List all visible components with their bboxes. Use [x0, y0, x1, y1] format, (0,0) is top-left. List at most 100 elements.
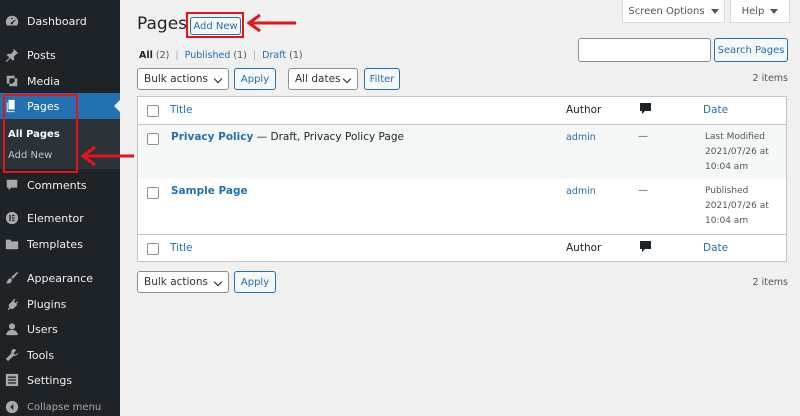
table-footer-row: Title Author Date [138, 234, 786, 262]
row-title: Sample Page [171, 185, 248, 197]
sidebar-item-users[interactable]: Users [0, 316, 120, 342]
view-filters: All (2) | Published (1) | Draft (1) [139, 50, 303, 61]
column-date-header[interactable]: Date [703, 104, 728, 116]
annotation-highlight-pages-menu [3, 94, 78, 173]
media-icon [5, 74, 19, 88]
date-time: 10:04 am [705, 162, 749, 172]
plug-icon [5, 297, 19, 311]
row-date: Last Modified 2021/07/26 at 10:04 am [705, 130, 769, 175]
screen-options-label: Screen Options [628, 5, 705, 17]
post-state: — Draft, Privacy Policy Page [253, 131, 404, 143]
folder-icon [5, 237, 19, 251]
apply-button-bottom[interactable]: Apply [234, 271, 276, 293]
column-date-header[interactable]: Date [703, 242, 728, 254]
sidebar-item-label: Templates [27, 237, 83, 251]
row-author-link[interactable]: admin [566, 186, 596, 197]
dates-filter-select[interactable]: All dates [288, 68, 358, 90]
filter-button[interactable]: Filter [364, 68, 400, 90]
sidebar-item-posts[interactable]: Posts [0, 42, 120, 68]
collapse-menu-button[interactable]: Collapse menu [0, 394, 120, 416]
screen-options-button[interactable]: Screen Options [622, 0, 725, 23]
wrench-icon [5, 348, 19, 362]
date-value: 2021/07/26 at [705, 201, 769, 211]
bulk-actions-select-bottom[interactable]: Bulk actions [137, 271, 229, 293]
annotation-highlight-add-new [186, 12, 244, 38]
elementor-icon [5, 211, 19, 225]
view-separator: | [175, 50, 179, 61]
table-row: Privacy Policy — Draft, Privacy Policy P… [138, 125, 786, 179]
sidebar-item-label: Plugins [27, 297, 67, 311]
sidebar-item-elementor[interactable]: Elementor [0, 205, 120, 231]
column-title-header[interactable]: Title [170, 242, 193, 254]
chevron-down-icon [213, 74, 223, 84]
page-title: Pages [137, 14, 188, 34]
sidebar-item-label: Comments [27, 178, 87, 192]
sidebar-item-dashboard[interactable]: Dashboard [0, 8, 120, 34]
dates-filter-value: All dates [295, 73, 341, 85]
sidebar-item-comments[interactable]: Comments [0, 172, 120, 198]
collapse-icon [5, 400, 19, 414]
items-count: 2 items [752, 73, 788, 84]
view-published-link[interactable]: Published [185, 50, 231, 61]
table-row: Sample Page admin — Published 2021/07/26… [138, 179, 786, 235]
pages-table: Title Author Date Privacy Policy — Draft… [137, 96, 787, 262]
apply-button[interactable]: Apply [234, 68, 276, 90]
date-value: 2021/07/26 at [705, 147, 769, 157]
sidebar-item-templates[interactable]: Templates [0, 231, 120, 257]
search-pages-button[interactable]: Search Pages [714, 38, 788, 62]
admin-sidebar: Dashboard Posts Media Pages All Pages Ad… [0, 0, 120, 416]
bulk-actions-value: Bulk actions [144, 73, 208, 85]
user-icon [5, 322, 19, 336]
sidebar-item-label: Dashboard [27, 14, 87, 28]
annotation-arrow-icon [246, 13, 296, 33]
comment-icon [5, 178, 19, 192]
brush-icon [5, 271, 19, 285]
row-checkbox[interactable] [147, 187, 159, 199]
column-author-header: Author [566, 104, 602, 116]
sidebar-item-label: Settings [27, 373, 73, 387]
annotation-arrow-icon [80, 145, 134, 167]
row-date: Published 2021/07/26 at 10:04 am [705, 184, 769, 229]
select-all-checkbox[interactable] [147, 243, 159, 255]
sidebar-item-tools[interactable]: Tools [0, 342, 120, 368]
items-count-bottom: 2 items [752, 277, 788, 288]
sidebar-item-label: Appearance [27, 271, 94, 285]
search-input[interactable] [578, 38, 711, 62]
sidebar-item-label: Media [27, 74, 61, 88]
sidebar-item-label: Elementor [27, 211, 84, 225]
sidebar-item-settings[interactable]: Settings [0, 367, 120, 393]
chevron-down-icon [770, 8, 779, 14]
sidebar-item-label: Tools [27, 348, 55, 362]
row-checkbox[interactable] [147, 133, 159, 145]
row-author-link[interactable]: admin [566, 132, 596, 143]
column-title-header[interactable]: Title [170, 104, 193, 116]
view-draft-count: (1) [289, 50, 303, 61]
help-label: Help [741, 5, 765, 17]
bulk-actions-select[interactable]: Bulk actions [137, 68, 229, 90]
page-title-link[interactable]: Sample Page [171, 185, 248, 197]
collapse-menu-label: Collapse menu [27, 401, 102, 413]
bulk-actions-value: Bulk actions [144, 276, 208, 288]
date-time: 10:04 am [705, 216, 749, 226]
view-all-link[interactable]: All [139, 50, 153, 61]
view-all-count: (2) [155, 50, 170, 61]
chevron-down-icon [213, 277, 223, 287]
pin-icon [5, 48, 19, 62]
chevron-down-icon [710, 8, 719, 14]
sidebar-item-appearance[interactable]: Appearance [0, 265, 120, 291]
view-separator: | [252, 50, 257, 61]
row-comments: — [638, 131, 648, 142]
sidebar-item-plugins[interactable]: Plugins [0, 291, 120, 317]
settings-icon [5, 373, 19, 387]
dashboard-icon [5, 14, 19, 28]
date-status: Published [705, 186, 749, 196]
page-title-link[interactable]: Privacy Policy [171, 131, 253, 143]
sidebar-item-media[interactable]: Media [0, 68, 120, 94]
chevron-down-icon [342, 74, 352, 84]
comments-icon [640, 103, 651, 118]
view-draft-link[interactable]: Draft [262, 50, 286, 61]
table-header-row: Title Author Date [138, 97, 786, 125]
help-button[interactable]: Help [730, 0, 790, 23]
sidebar-item-label: Users [27, 322, 58, 336]
select-all-checkbox[interactable] [147, 105, 159, 117]
